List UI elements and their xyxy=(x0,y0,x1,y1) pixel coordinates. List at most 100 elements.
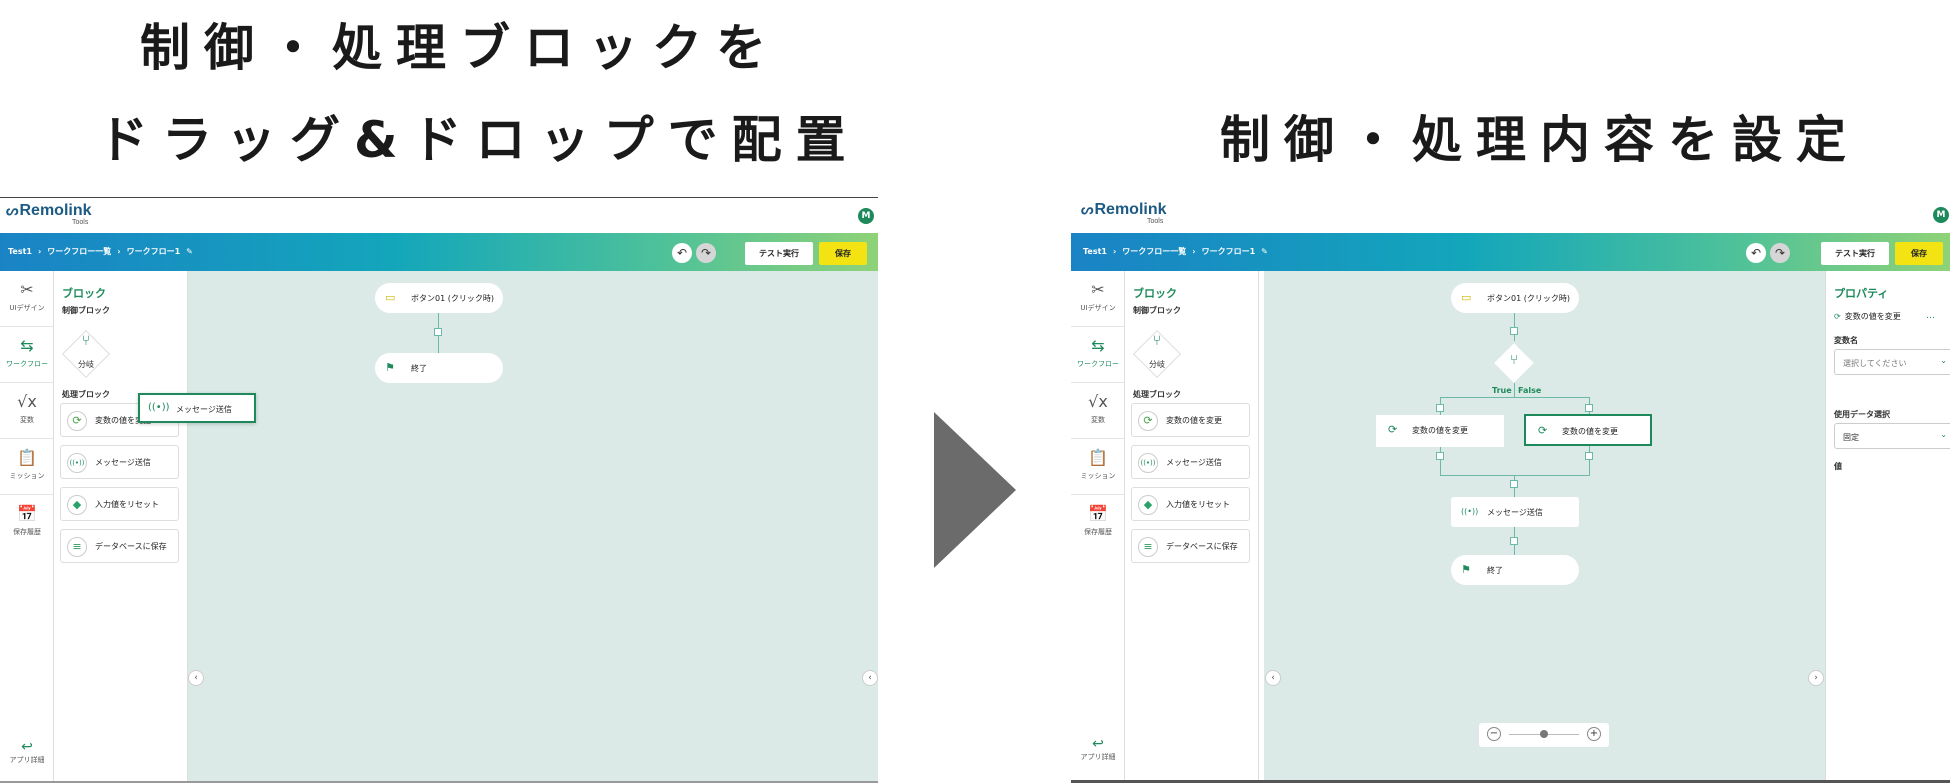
nav-back-app-detail[interactable]: ↩ アプリ詳細 xyxy=(1071,736,1125,762)
zoom-in-button[interactable]: + xyxy=(1587,727,1601,741)
nav-label: ミッション xyxy=(9,472,45,480)
nav-mission[interactable]: 📋 ミッション xyxy=(0,439,54,495)
node-label: 終了 xyxy=(411,364,427,373)
node-label: 終了 xyxy=(1487,566,1503,575)
mission-icon: 📋 xyxy=(1088,448,1108,467)
collapse-right-icon[interactable]: › xyxy=(1808,670,1824,686)
left-heading-line2: ドラッグ&ドロップで配置 xyxy=(98,111,860,169)
connector-port[interactable] xyxy=(1510,480,1518,488)
edit-name-icon[interactable]: ✎ xyxy=(1261,247,1268,256)
workflow-icon: ⇆ xyxy=(20,336,34,355)
nav-ui-design[interactable]: ✂ UIデザイン xyxy=(0,271,54,327)
app-logo[interactable]: ᔕRemolink Tools xyxy=(1081,201,1167,225)
connector-port[interactable] xyxy=(1510,537,1518,545)
broadcast-icon: ((•)) xyxy=(1138,453,1158,473)
breadcrumb-sep: › xyxy=(37,247,42,256)
breadcrumb-app[interactable]: Test1 xyxy=(1083,247,1107,256)
false-branch-block-selected[interactable]: ⟳ 変数の値を変更 xyxy=(1524,414,1652,446)
right-heading: 制御・処理内容を設定 xyxy=(1220,111,1860,169)
zoom-slider-handle[interactable] xyxy=(1540,730,1548,738)
app-topbar: ᔕRemolink Tools M xyxy=(0,197,878,233)
nav-ui-design[interactable]: ✂ UIデザイン xyxy=(1071,271,1125,327)
save-button[interactable]: 保存 xyxy=(1895,242,1943,265)
block-send-message[interactable]: ((•)) メッセージ送信 xyxy=(60,445,179,479)
end-node[interactable]: ⚑ 終了 xyxy=(375,353,503,383)
chevron-down-icon: ⌄ xyxy=(1940,356,1947,365)
block-save-database[interactable]: ≡ データベースに保存 xyxy=(1131,529,1250,563)
nav-workflow[interactable]: ⇆ ワークフロー xyxy=(0,327,54,383)
ui-design-icon: ✂ xyxy=(20,280,34,299)
breadcrumb-list[interactable]: ワークフロー一覧 xyxy=(1122,247,1186,256)
app-logo[interactable]: ᔕRemolink Tools xyxy=(6,202,92,226)
message-node[interactable]: ((•)) メッセージ送信 xyxy=(1451,497,1579,527)
avatar[interactable]: M xyxy=(1933,207,1949,223)
redo-icon[interactable]: ↷ xyxy=(1770,243,1790,263)
breadcrumb-sep: › xyxy=(1112,247,1117,256)
nav-back-label: アプリ詳細 xyxy=(9,756,45,764)
nav-variables[interactable]: √x 変数 xyxy=(0,383,54,439)
nav-back-app-detail[interactable]: ↩ アプリ詳細 xyxy=(0,739,54,765)
block-reset-input[interactable]: ◆ 入力値をリセット xyxy=(1131,487,1250,521)
block-reset-input[interactable]: ◆ 入力値をリセット xyxy=(60,487,179,521)
left-nav: ✂ UIデザイン ⇆ ワークフロー √x 変数 📋 ミッション 📅 保存履歴 ↩ アプリ詳細 xyxy=(0,271,54,783)
breadcrumb: Test1 › ワークフロー一覧 › ワークフロー1 ✎ xyxy=(1083,246,1274,257)
connector-port[interactable] xyxy=(1510,327,1518,335)
variable-name-select[interactable]: 選択してください ⌄ xyxy=(1834,349,1950,375)
zoom-out-button[interactable]: − xyxy=(1487,727,1501,741)
dragging-block[interactable]: ((•)) メッセージ送信 xyxy=(138,393,256,423)
workflow-header: Test1 › ワークフロー一覧 › ワークフロー1 ✎ ↶ ↷ テスト実行 保存 xyxy=(1071,233,1950,271)
connector-port[interactable] xyxy=(434,328,442,336)
test-run-button[interactable]: テスト実行 xyxy=(745,242,813,265)
breadcrumb-list[interactable]: ワークフロー一覧 xyxy=(47,247,111,256)
avatar[interactable]: M xyxy=(858,208,874,224)
nav-variables[interactable]: √x 変数 xyxy=(1071,383,1125,439)
collapse-right-icon[interactable]: ‹ xyxy=(862,670,878,686)
variable-name-label: 変数名 xyxy=(1834,336,1858,345)
nav-mission[interactable]: 📋 ミッション xyxy=(1071,439,1125,495)
redo-icon[interactable]: ↷ xyxy=(696,243,716,263)
workflow-canvas[interactable]: ▭ ボタン01 (クリック時) ⑂ True False ⟳ 変数の値を変更 ⟳ 変数… xyxy=(1264,271,1825,783)
trigger-node[interactable]: ▭ ボタン01 (クリック時) xyxy=(375,283,503,313)
block-palette: ブロック 制御ブロック ⑂ 分岐 処理ブロック ⟳ 変数の値を変更 ((•)) メッ… xyxy=(1125,271,1259,783)
workflow-canvas[interactable]: ▭ ボタン01 (クリック時) ⚑ 終了 ‹ ‹ xyxy=(188,271,878,783)
block-label: 入力値をリセット xyxy=(1166,500,1230,509)
save-button[interactable]: 保存 xyxy=(819,242,867,265)
nav-history[interactable]: 📅 保存履歴 xyxy=(0,495,54,551)
connector-port[interactable] xyxy=(1585,452,1593,460)
edit-name-icon[interactable]: ✎ xyxy=(186,247,193,256)
data-source-select[interactable]: 固定 ⌄ xyxy=(1834,423,1950,449)
block-save-database[interactable]: ≡ データベースに保存 xyxy=(60,529,179,563)
mission-icon: 📋 xyxy=(17,448,37,467)
collapse-left-icon[interactable]: ‹ xyxy=(188,670,204,686)
connector-port[interactable] xyxy=(1436,452,1444,460)
true-branch-block[interactable]: ⟳ 変数の値を変更 xyxy=(1376,415,1504,447)
breadcrumb-current: ワークフロー1 xyxy=(126,247,181,256)
collapse-left-icon[interactable]: ‹ xyxy=(1265,670,1281,686)
refresh-icon: ⟳ xyxy=(1538,424,1548,437)
select-placeholder: 選択してください xyxy=(1843,359,1907,368)
trigger-node[interactable]: ▭ ボタン01 (クリック時) xyxy=(1451,283,1579,313)
select-value: 固定 xyxy=(1843,433,1859,442)
selected-block-name: ⟳ 変数の値を変更 xyxy=(1834,311,1901,322)
connector-port[interactable] xyxy=(1436,404,1444,412)
nav-label: 変数 xyxy=(20,416,34,424)
more-options-icon[interactable]: … xyxy=(1926,311,1935,321)
block-change-variable[interactable]: ⟳ 変数の値を変更 xyxy=(1131,403,1250,437)
block-send-message[interactable]: ((•)) メッセージ送信 xyxy=(1131,445,1250,479)
undo-icon[interactable]: ↶ xyxy=(672,243,692,263)
test-run-button[interactable]: テスト実行 xyxy=(1821,242,1889,265)
refresh-icon: ⟳ xyxy=(67,411,87,431)
undo-icon[interactable]: ↶ xyxy=(1746,243,1766,263)
nav-label: 保存履歴 xyxy=(1084,528,1112,536)
end-node[interactable]: ⚑ 終了 xyxy=(1451,555,1579,585)
value-label: 値 xyxy=(1834,462,1842,471)
connector-port[interactable] xyxy=(1585,404,1593,412)
logo-text: Remolink xyxy=(19,202,92,219)
nav-label: UIデザイン xyxy=(9,304,45,312)
block-label: メッセージ送信 xyxy=(95,458,151,467)
refresh-icon: ⟳ xyxy=(1138,411,1158,431)
nav-history[interactable]: 📅 保存履歴 xyxy=(1071,495,1125,551)
breadcrumb-app[interactable]: Test1 xyxy=(8,247,32,256)
broadcast-icon: ((•)) xyxy=(1461,507,1479,516)
nav-workflow[interactable]: ⇆ ワークフロー xyxy=(1071,327,1125,383)
